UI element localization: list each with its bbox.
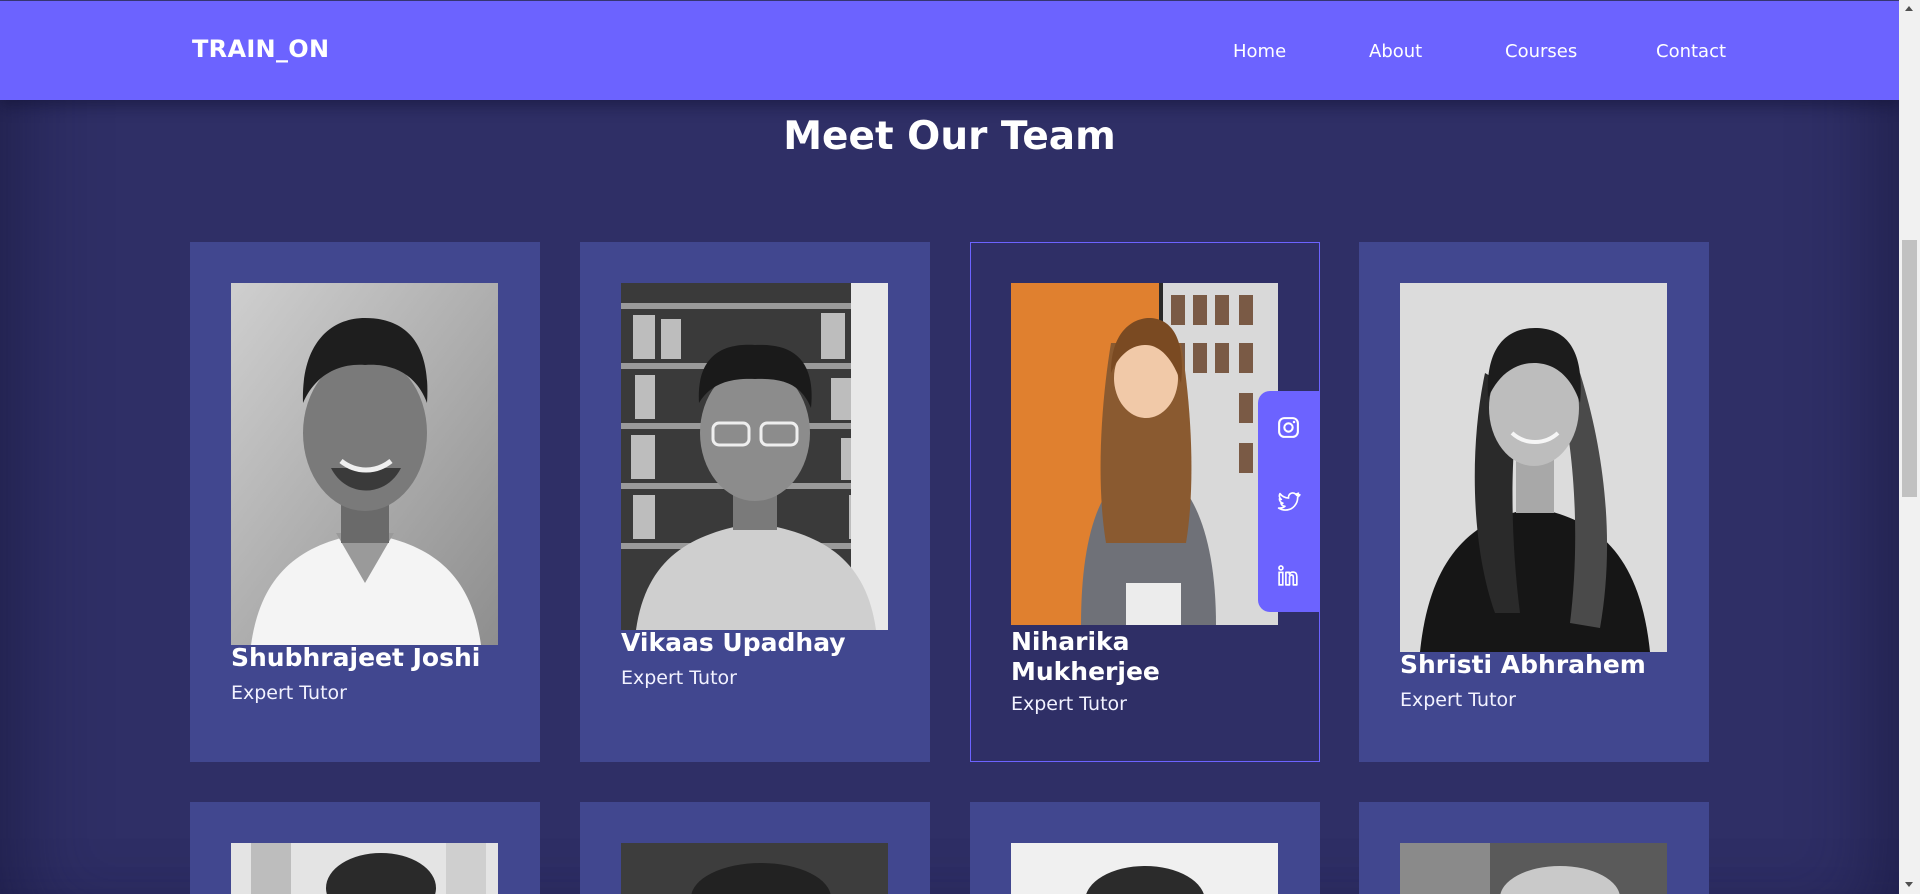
member-name: Niharika Mukherjee (1011, 627, 1160, 686)
scrollbar[interactable] (1899, 0, 1920, 894)
scroll-up-icon[interactable] (1905, 6, 1913, 11)
twitter-icon[interactable] (1276, 489, 1301, 514)
member-name: Shristi Abhrahem (1400, 650, 1646, 679)
member-name: Vikaas Upadhay (621, 628, 846, 657)
page: TRAIN_ON Home About Courses Contact Meet… (0, 0, 1899, 894)
team-card[interactable] (1359, 802, 1709, 894)
member-photo (621, 283, 888, 630)
team-card[interactable] (970, 802, 1320, 894)
team-card[interactable] (190, 802, 540, 894)
brand-logo[interactable]: TRAIN_ON (192, 35, 329, 63)
scroll-thumb[interactable] (1902, 240, 1917, 497)
member-role: Expert Tutor (1011, 693, 1127, 715)
team-card[interactable]: Shubhrajeet Joshi Expert Tutor (190, 242, 540, 762)
member-photo (231, 843, 498, 894)
nav-contact[interactable]: Contact (1656, 41, 1726, 62)
member-photo (621, 843, 888, 894)
member-role: Expert Tutor (1400, 689, 1516, 711)
member-name: Shubhrajeet Joshi (231, 643, 481, 672)
member-role: Expert Tutor (621, 667, 737, 689)
nav-home[interactable]: Home (1233, 41, 1286, 62)
team-card[interactable]: Shristi Abhrahem Expert Tutor (1359, 242, 1709, 762)
member-photo (231, 283, 498, 645)
member-role: Expert Tutor (231, 682, 347, 704)
social-links (1258, 391, 1319, 612)
member-photo (1011, 843, 1278, 894)
team-card[interactable] (580, 802, 930, 894)
section-title: Meet Our Team (783, 114, 1116, 159)
member-photo (1011, 283, 1278, 625)
navbar: TRAIN_ON Home About Courses Contact (0, 1, 1899, 100)
team-card[interactable]: Vikaas Upadhay Expert Tutor (580, 242, 930, 762)
scroll-down-icon[interactable] (1905, 882, 1913, 887)
nav-courses[interactable]: Courses (1505, 41, 1577, 62)
instagram-icon[interactable] (1276, 415, 1301, 440)
linkedin-icon[interactable] (1276, 563, 1301, 588)
member-photo (1400, 843, 1667, 894)
member-photo (1400, 283, 1667, 652)
nav-about[interactable]: About (1369, 41, 1422, 62)
